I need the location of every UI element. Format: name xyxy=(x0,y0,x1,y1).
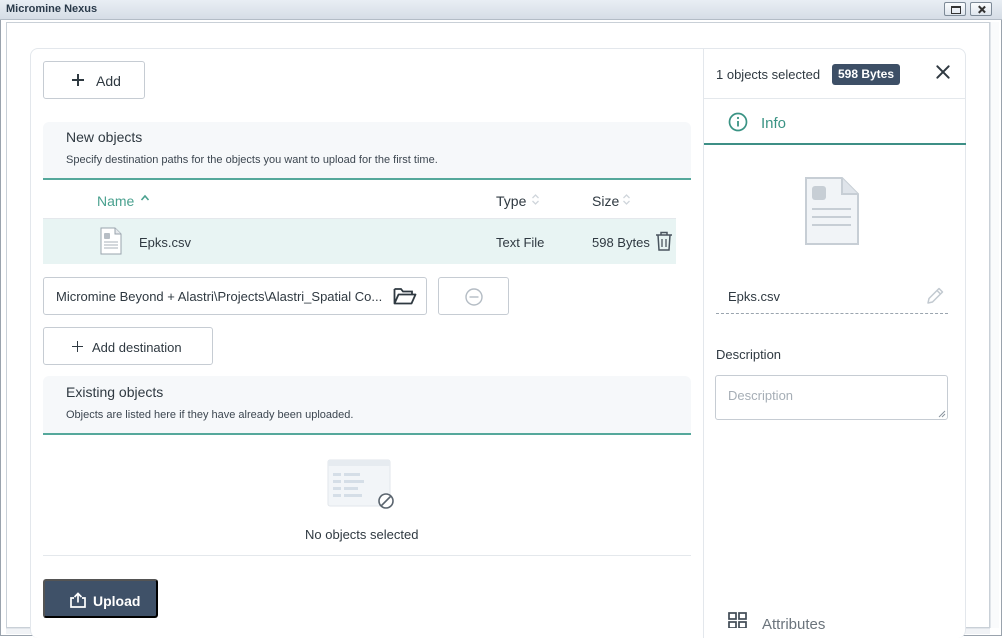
sort-ascending-icon[interactable] xyxy=(140,193,150,203)
selected-count: 1 objects selected xyxy=(716,67,821,82)
new-objects-subtitle: Specify destination paths for the object… xyxy=(66,154,438,166)
existing-objects-title: Existing objects xyxy=(66,384,164,400)
pencil-icon[interactable] xyxy=(924,285,946,307)
table-row[interactable]: Epks.csv Text File 598 Bytes xyxy=(43,219,676,264)
upload-button[interactable]: Upload xyxy=(43,579,158,618)
plus-icon xyxy=(72,341,83,352)
info-icon xyxy=(728,112,748,132)
add-button[interactable]: Add xyxy=(43,61,145,99)
tab-info[interactable]: Info xyxy=(704,99,966,145)
destination-path-text: Micromine Beyond + Alastri\Projects\Alas… xyxy=(56,289,383,304)
file-name-field[interactable]: Epks.csv xyxy=(716,280,948,314)
description-input[interactable] xyxy=(715,375,948,420)
column-header-type[interactable]: Type xyxy=(496,193,526,209)
resize-grip-icon[interactable] xyxy=(938,410,946,418)
close-window-button[interactable] xyxy=(970,2,992,16)
empty-list-illustration-icon xyxy=(327,459,394,509)
document-preview-icon xyxy=(805,177,859,245)
tab-attributes-label: Attributes xyxy=(762,616,826,633)
tab-attributes[interactable]: Attributes xyxy=(728,612,825,633)
new-objects-title: New objects xyxy=(66,129,143,145)
file-name-cell: Epks.csv xyxy=(139,235,192,250)
column-header-name[interactable]: Name xyxy=(97,193,134,209)
window-titlebar: Micromine Nexus xyxy=(0,0,1002,20)
sort-icon[interactable] xyxy=(622,193,631,206)
new-objects-section: New objects Specify destination paths fo… xyxy=(43,122,691,180)
upload-button-label: Upload xyxy=(93,593,141,609)
add-destination-label: Add destination xyxy=(92,340,182,355)
plus-icon xyxy=(72,74,84,86)
remove-destination-button[interactable] xyxy=(438,277,509,315)
tab-info-label: Info xyxy=(761,115,787,132)
destination-path-field[interactable]: Micromine Beyond + Alastri\Projects\Alas… xyxy=(43,277,427,315)
existing-objects-section: Existing objects Objects are listed here… xyxy=(43,376,691,435)
existing-objects-subtitle: Objects are listed here if they have alr… xyxy=(66,409,354,421)
vertical-scrollbar[interactable] xyxy=(990,22,999,628)
column-header-size[interactable]: Size xyxy=(592,193,619,209)
description-label: Description xyxy=(716,347,782,362)
add-button-label: Add xyxy=(96,73,121,89)
selected-size-badge: 598 Bytes xyxy=(832,64,900,85)
add-destination-button[interactable]: Add destination xyxy=(43,327,213,365)
file-type-cell: Text File xyxy=(496,235,545,250)
empty-state-text: No objects selected xyxy=(305,527,419,542)
file-size-cell: 598 Bytes xyxy=(592,235,650,250)
upload-icon xyxy=(70,592,86,608)
window-title: Micromine Nexus xyxy=(6,3,98,15)
minus-circle-icon xyxy=(465,288,483,306)
section-divider xyxy=(43,555,691,556)
file-name-value: Epks.csv xyxy=(728,289,781,304)
sort-icon[interactable] xyxy=(531,193,540,206)
restore-window-button[interactable] xyxy=(944,2,966,16)
trash-icon[interactable] xyxy=(654,230,674,252)
close-icon[interactable] xyxy=(934,63,952,81)
attributes-grid-icon xyxy=(728,612,747,629)
folder-open-icon[interactable] xyxy=(393,286,417,306)
file-icon xyxy=(100,227,122,255)
